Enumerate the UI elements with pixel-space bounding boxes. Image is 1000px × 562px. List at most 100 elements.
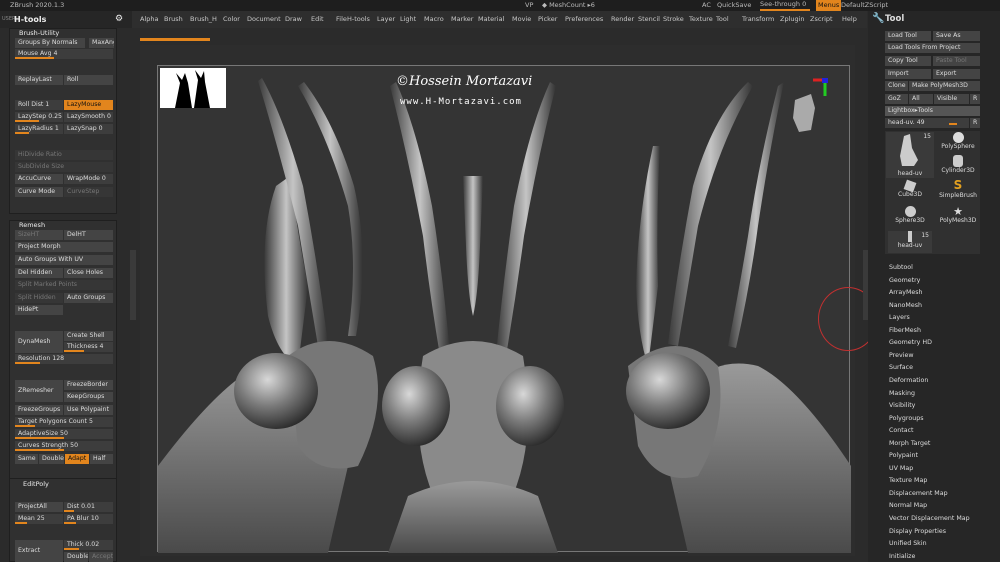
half-button[interactable]: Half [90,454,113,464]
split-masked-button[interactable]: Split Marked Points [15,280,113,290]
subpalette-nanomesh[interactable]: NanoMesh [889,302,922,309]
auto-groups-button[interactable]: Auto Groups [64,293,113,303]
same-button[interactable]: Same [15,454,38,464]
accucurve-button[interactable]: AccuCurve [15,174,63,184]
close-holes-button[interactable]: Close Holes [64,268,113,278]
subpalette-subtool[interactable]: Subtool [889,264,913,271]
resolution-slider[interactable]: Resolution 128 [15,354,113,364]
subpalette-masking[interactable]: Masking [889,390,915,397]
mean-slider[interactable]: Mean 25 [15,514,63,524]
menu-draw[interactable]: Draw [285,11,302,28]
lazysmooth-slider[interactable]: LazySmooth 0 [64,112,113,122]
curve-mode-button[interactable]: Curve Mode [15,187,63,197]
tool-thumb-cube3d[interactable]: Cube3D [888,179,932,203]
hidept-button[interactable]: HidePt [15,305,63,315]
menu-macro[interactable]: Macro [424,11,444,28]
dynamesh-button[interactable]: DynaMesh [15,331,63,353]
auto-groups-uv-button[interactable]: Auto Groups With UV [15,255,113,265]
subpalette-vector-displacement-map[interactable]: Vector Displacement Map [889,515,970,522]
subpalette-deformation[interactable]: Deformation [889,377,928,384]
menu-stroke[interactable]: Stroke [663,11,684,28]
menus-toggle[interactable]: Menus [816,0,842,11]
tool-thumb-head-uv[interactable]: head-uv 15 [886,132,934,178]
brush-utility-header[interactable]: Brush-Utility [19,29,59,37]
tool-thumb-polymesh3d[interactable]: ★ PolyMesh3D [938,206,978,228]
subpalette-polygroups[interactable]: Polygroups [889,415,923,422]
use-polypaint-button[interactable]: Use Polypaint [64,405,113,415]
left-tray-divider-handle[interactable] [130,250,136,320]
maxangle-button[interactable]: MaxAngle [89,38,114,48]
delht-button[interactable]: DelHT [64,230,113,240]
subpalette-surface[interactable]: Surface [889,364,913,371]
save-as-button[interactable]: Save As [933,31,980,41]
subpalette-texture-map[interactable]: Texture Map [889,477,927,484]
ac-button[interactable]: AC [702,0,711,11]
adaptivesize-slider[interactable]: AdaptiveSize 50 [15,429,113,439]
document-canvas[interactable]: ©Hossein Mortazavi www.H-Mortazavi.com [157,65,851,553]
mouse-avg-slider[interactable]: Mouse Avg 4 [15,49,113,59]
goz-button[interactable]: GoZ [885,94,908,104]
subpalette-layers[interactable]: Layers [889,314,910,321]
menu-material[interactable]: Material [478,11,504,28]
all-button[interactable]: All [909,94,933,104]
adapt-button[interactable]: Adapt [65,454,89,464]
subpalette-preview[interactable]: Preview [889,352,914,359]
wrapmode-slider[interactable]: WrapMode 0 [64,174,113,184]
r-button[interactable]: R [970,94,980,104]
navigation-gizmo[interactable] [783,77,843,138]
accept-button[interactable]: Accept [89,552,113,562]
menu-tool[interactable]: Tool [716,11,729,28]
paste-tool-button[interactable]: Paste Tool [933,56,980,66]
menu-edit[interactable]: Edit [311,11,324,28]
hidivide-ratio-slider[interactable]: HiDivide Ratio [15,150,113,160]
menu-file[interactable]: File [336,11,347,28]
subpalette-unified-skin[interactable]: Unified Skin [889,540,927,547]
visible-button[interactable]: Visible [934,94,969,104]
subpalette-uv-map[interactable]: UV Map [889,465,913,472]
gear-icon[interactable]: ⚙ [115,11,123,28]
subpalette-normal-map[interactable]: Normal Map [889,502,927,509]
lazysnap-slider[interactable]: LazySnap 0 [64,124,113,134]
roll-button[interactable]: Roll [64,75,113,85]
load-tool-button[interactable]: Load Tool [885,31,931,41]
subpalette-geometry-hd[interactable]: Geometry HD [889,339,932,346]
menu-picker[interactable]: Picker [538,11,557,28]
menu-texture[interactable]: Texture [689,11,713,28]
menu-color[interactable]: Color [223,11,240,28]
menu-movie[interactable]: Movie [512,11,531,28]
current-tool-slider[interactable]: head-uv. 49 [885,118,969,128]
menu-render[interactable]: Render [611,11,634,28]
lazystep-slider[interactable]: LazyStep 0.25 [15,112,63,122]
menu-zplugin[interactable]: Zplugin [780,11,805,28]
groups-by-normals-button[interactable]: Groups By Normals [15,38,85,48]
subpalette-contact[interactable]: Contact [889,427,914,434]
default-zscript-button[interactable]: DefaultZScript [841,0,888,11]
menu-stencil[interactable]: Stencil [638,11,660,28]
extract-button[interactable]: Extract [15,540,63,562]
subpalette-displacement-map[interactable]: Displacement Map [889,490,948,497]
menu-brush[interactable]: Brush [164,11,183,28]
double-extract-button[interactable]: Double [64,552,88,562]
menu-brush-h[interactable]: Brush_H [190,11,217,28]
freezeborder-button[interactable]: FreezeBorder [64,380,113,390]
make-polymesh3d-button[interactable]: Make PolyMesh3D [909,81,980,91]
menu-help[interactable]: Help [842,11,857,28]
subpalette-display-properties[interactable]: Display Properties [889,528,946,535]
subpalette-arraymesh[interactable]: ArrayMesh [889,289,923,296]
export-button[interactable]: Export [933,69,980,79]
del-hidden-button[interactable]: Del Hidden [15,268,63,278]
sizeht-button[interactable]: SizeHT [15,230,63,240]
editpoly-header[interactable]: EditPoly [23,480,49,488]
lazyradius-slider[interactable]: LazyRadius 1 [15,124,63,134]
pa-blur-slider[interactable]: PA Blur 10 [64,514,113,524]
tool-thumb-head-uv-2[interactable]: head-uv 15 [888,231,932,253]
subpalette-initialize[interactable]: Initialize [889,553,915,560]
thickness-slider[interactable]: Thickness 4 [64,342,113,352]
seethrough-slider[interactable]: See-through 0 [760,0,810,11]
keepgroups-button[interactable]: KeepGroups [64,392,113,402]
menu-transform[interactable]: Transform [742,11,774,28]
subpalette-visibility[interactable]: Visibility [889,402,915,409]
menu-alpha[interactable]: Alpha [140,11,158,28]
menu-layer[interactable]: Layer [377,11,395,28]
tool-thumb-simplebrush[interactable]: S SimpleBrush [938,179,978,203]
